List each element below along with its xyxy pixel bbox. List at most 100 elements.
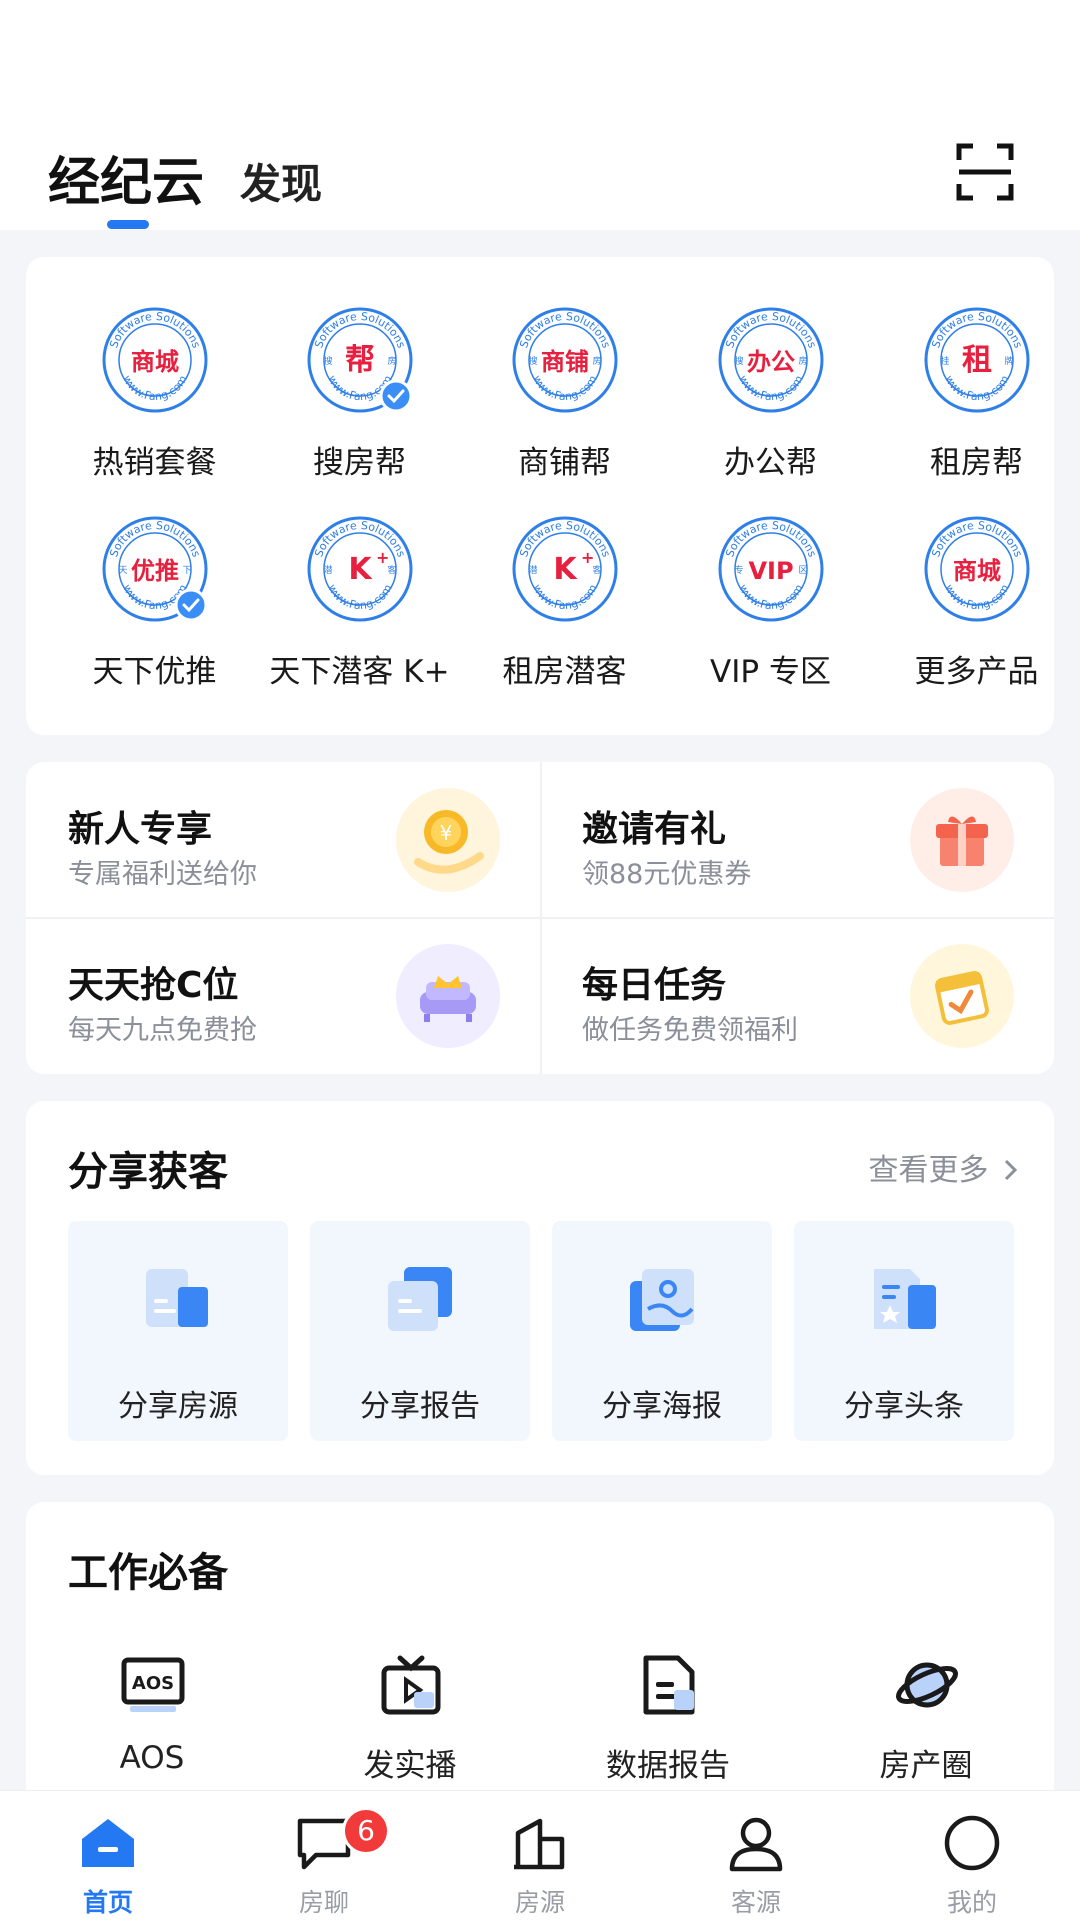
- tool-data-report[interactable]: 数据报告: [568, 1652, 768, 1802]
- product-seal-icon: Software Solutions www.Fang.com K + 潜客: [306, 515, 414, 623]
- svg-text:房: 房: [798, 355, 807, 367]
- product-seal-icon: Software Solutions www.Fang.com 帮搜房: [306, 306, 414, 414]
- crown-sofa-icon: [396, 944, 500, 1048]
- chevron-right-icon: [998, 1153, 1020, 1188]
- product-label: 天下潜客 K+: [269, 654, 450, 690]
- share-headline-tile[interactable]: 分享头条: [794, 1221, 1014, 1441]
- svg-text:搜: 搜: [528, 355, 537, 367]
- nav-label: 房聊: [298, 1888, 349, 1917]
- product-item[interactable]: Software Solutions www.Fang.com K + 潜客租房潜客: [462, 515, 667, 705]
- promo-newcomer[interactable]: 新人专享 专属福利送给你 ¥: [26, 762, 540, 918]
- svg-text:挂: 挂: [940, 355, 949, 367]
- promo-title: 新人专享: [68, 809, 213, 850]
- nav-home[interactable]: 首页: [0, 1791, 216, 1920]
- home-icon: [78, 1813, 138, 1873]
- share-label: 分享海报: [602, 1389, 722, 1424]
- svg-text:商铺: 商铺: [541, 348, 589, 376]
- tool-label: 发实播: [363, 1748, 457, 1784]
- product-seal-icon: Software Solutions www.Fang.com 租挂牌: [923, 306, 1031, 414]
- share-label: 分享房源: [118, 1389, 238, 1424]
- svg-text:¥: ¥: [440, 821, 453, 845]
- tool-aos[interactable]: AOS AOS: [52, 1652, 252, 1802]
- promo-c-position[interactable]: 天天抢C位 每天九点免费抢: [26, 918, 540, 1074]
- product-seal-icon: Software Solutions www.Fang.com VIP 专区: [717, 515, 825, 623]
- product-item[interactable]: Software Solutions www.Fang.com 优推天下天下优推: [52, 515, 257, 705]
- svg-text:专: 专: [734, 564, 743, 576]
- product-seal-icon: Software Solutions www.Fang.com K + 潜客: [511, 515, 619, 623]
- tab-discover[interactable]: 发现: [240, 150, 322, 210]
- product-item[interactable]: Software Solutions www.Fang.com 商城 更多产品: [874, 515, 1079, 705]
- nav-label: 客源: [730, 1888, 781, 1917]
- nav-listings[interactable]: 房源: [432, 1791, 648, 1920]
- nav-label: 房源: [514, 1888, 565, 1917]
- scan-icon[interactable]: [956, 143, 1014, 201]
- gift-icon: [910, 788, 1014, 892]
- share-poster-icon: [622, 1259, 702, 1339]
- product-label: 搜房帮: [313, 445, 406, 481]
- share-listing-tile[interactable]: 分享房源: [68, 1221, 288, 1441]
- unread-badge: 6: [342, 1807, 390, 1855]
- coin-hand-icon: ¥: [396, 788, 500, 892]
- product-item[interactable]: Software Solutions www.Fang.com 帮搜房搜房帮: [257, 306, 462, 496]
- share-report-icon: [380, 1259, 460, 1339]
- product-item[interactable]: Software Solutions www.Fang.com VIP 专区 VIP 专…: [668, 515, 873, 705]
- promo-invite[interactable]: 邀请有礼 领88元优惠券: [540, 762, 1054, 918]
- promo-grid: 新人专享 专属福利送给你 ¥ 邀请有礼 领88元优惠券 天天抢C位 每天九点免费…: [26, 762, 1054, 1074]
- promo-subtitle: 专属福利送给你: [68, 859, 257, 890]
- svg-text:房: 房: [387, 355, 396, 367]
- profile-circle-icon: [942, 1813, 1002, 1873]
- tool-property-circle[interactable]: 房产圈: [826, 1652, 1026, 1802]
- svg-text:商城: 商城: [953, 557, 1001, 585]
- tool-label: 数据报告: [606, 1748, 730, 1784]
- svg-text:优推: 优推: [131, 557, 179, 585]
- share-report-tile[interactable]: 分享报告: [310, 1221, 530, 1441]
- product-seal-icon: Software Solutions www.Fang.com 优推天下: [101, 515, 209, 623]
- promo-subtitle: 领88元优惠券: [582, 859, 752, 890]
- bottom-nav: 首页 6 房聊 房源 客源 我的: [0, 1790, 1080, 1920]
- svg-text:区: 区: [798, 565, 807, 576]
- tab-jingjiyun[interactable]: 经纪云: [48, 140, 204, 215]
- product-item[interactable]: Software Solutions www.Fang.com 商铺搜房商铺帮: [462, 306, 667, 496]
- product-label: 更多产品: [914, 654, 1039, 690]
- tool-label: 房产圈: [879, 1748, 973, 1784]
- svg-text:客: 客: [387, 564, 396, 576]
- promo-daily-task[interactable]: 每日任务 做任务免费领福利: [540, 918, 1054, 1074]
- tool-label: AOS: [119, 1740, 185, 1776]
- product-label: 商铺帮: [518, 445, 611, 481]
- svg-text:租: 租: [962, 343, 992, 378]
- product-label: 热销套餐: [92, 445, 217, 481]
- product-item[interactable]: Software Solutions www.Fang.com 商城 热销套餐: [52, 306, 257, 496]
- share-section: 分享获客 查看更多 分享房源 分享报告 分享海报 分享头条: [26, 1101, 1054, 1475]
- nav-mine[interactable]: 我的: [864, 1791, 1080, 1920]
- svg-text:商城: 商城: [131, 348, 179, 376]
- nav-label: 首页: [82, 1888, 133, 1917]
- aos-icon: AOS: [120, 1652, 186, 1718]
- product-item[interactable]: Software Solutions www.Fang.com 租挂牌租房帮: [874, 306, 1079, 496]
- svg-text:VIP: VIP: [748, 557, 793, 585]
- view-more-link[interactable]: 查看更多: [868, 1145, 1020, 1189]
- product-label: 租房帮: [930, 445, 1023, 481]
- view-more-label: 查看更多: [868, 1153, 989, 1188]
- tab-active-indicator: [107, 220, 149, 229]
- work-section: 工作必备 AOS AOS 发实播 数据报告 房产圈: [26, 1502, 1054, 1822]
- product-label: 天下优推: [92, 654, 217, 690]
- product-grid: Software Solutions www.Fang.com 商城 热销套餐 Soft…: [26, 257, 1054, 735]
- calendar-check-icon: [910, 944, 1014, 1048]
- verified-check-icon: [174, 588, 207, 622]
- product-seal-icon: Software Solutions www.Fang.com 办公搜房: [717, 306, 825, 414]
- share-listing-icon: [138, 1259, 218, 1339]
- document-icon: [636, 1652, 702, 1718]
- promo-subtitle: 每天九点免费抢: [68, 1015, 257, 1046]
- product-item[interactable]: Software Solutions www.Fang.com 办公搜房办公帮: [668, 306, 873, 496]
- svg-text:潜: 潜: [323, 564, 332, 576]
- svg-text:天: 天: [118, 566, 127, 576]
- nav-chat[interactable]: 6 房聊: [216, 1791, 432, 1920]
- verified-check-icon: [379, 379, 412, 413]
- share-poster-tile[interactable]: 分享海报: [552, 1221, 772, 1441]
- nav-clients[interactable]: 客源: [648, 1791, 864, 1920]
- planet-icon: [894, 1652, 960, 1718]
- product-item[interactable]: Software Solutions www.Fang.com K + 潜客天下潜客 K…: [257, 515, 462, 705]
- tool-live[interactable]: 发实播: [310, 1652, 510, 1802]
- share-label: 分享头条: [844, 1389, 964, 1424]
- svg-text:+: +: [581, 548, 594, 567]
